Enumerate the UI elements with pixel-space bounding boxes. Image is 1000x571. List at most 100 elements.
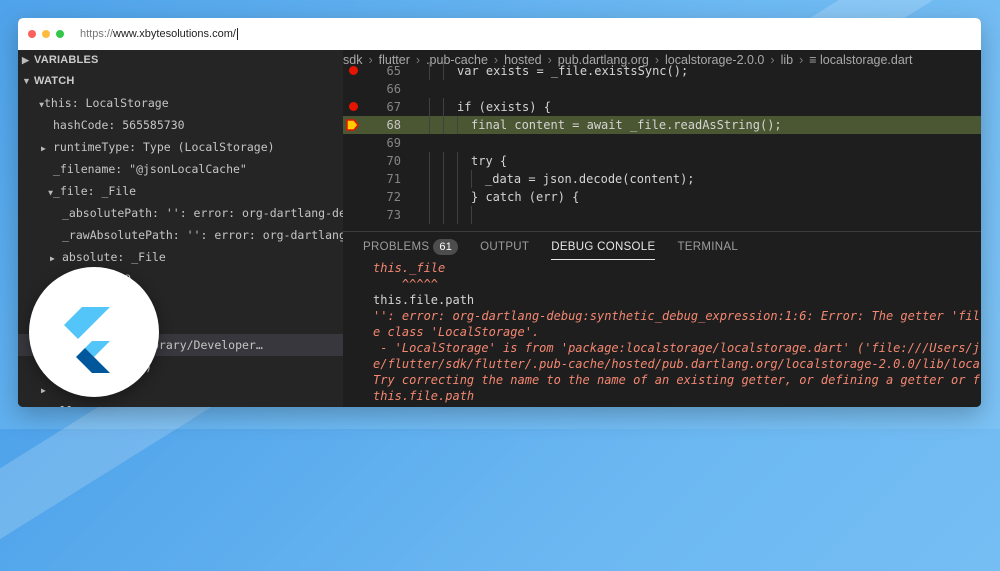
indent-guide	[429, 62, 430, 80]
chevron-right-icon: ▶	[22, 55, 30, 65]
watch-tree-row[interactable]: ▲this: LocalStorage	[18, 92, 343, 114]
code-line[interactable]: 70 try {	[343, 152, 981, 170]
close-window-button[interactable]	[28, 30, 36, 38]
line-number: 70	[386, 154, 401, 168]
line-number: 66	[386, 82, 401, 96]
indent-guide	[443, 116, 444, 134]
indent-guide	[429, 116, 430, 134]
problems-count-badge: 61	[433, 239, 459, 255]
indent-guide	[457, 188, 458, 206]
breakpoint-icon[interactable]	[349, 102, 358, 111]
watch-tree-label: _file: _File	[53, 184, 137, 198]
watch-tree-label: hashCode: 565585730	[53, 118, 185, 132]
watch-tree-row[interactable]: ▲_file: _File	[18, 180, 343, 202]
watch-tree-label: _absolutePath: '': error: org-dartlang-d…	[62, 206, 343, 220]
chevron-down-icon: ▼	[22, 76, 32, 86]
indent-guide	[443, 188, 444, 206]
code-text: var exists = _file.existsSync();	[457, 64, 689, 78]
tab-label: DEBUG CONSOLE	[551, 241, 656, 253]
line-number: 65	[386, 64, 401, 78]
indent-guide	[429, 170, 430, 188]
breakpoint-icon[interactable]	[349, 66, 358, 75]
watch-tree-row[interactable]: ▶ runtimeType: Type (LocalStorage)	[18, 136, 343, 158]
panel-tabs: PROBLEMS 61 OUTPUT DEBUG CONSOLE TERMINAL	[343, 232, 981, 262]
watch-tree-label: _filename: "@jsonLocalCache"	[53, 162, 247, 176]
indent-guide	[443, 170, 444, 188]
chevron-right-icon: ▶	[41, 144, 46, 153]
indent-guide	[429, 152, 430, 170]
indent-guide	[443, 98, 444, 116]
section-label: VARIABLES	[34, 54, 99, 66]
watch-tree-row[interactable]: _absolutePath: '': error: org-dartlang-d…	[18, 202, 343, 224]
watch-tree-row[interactable]: _filename: "@jsonLocalCache"	[18, 158, 343, 180]
indent-guide	[457, 116, 458, 134]
tab-label: PROBLEMS	[363, 241, 430, 253]
console-line: this._file	[373, 261, 446, 275]
tab-output[interactable]: OUTPUT	[480, 232, 529, 262]
line-number: 69	[386, 136, 401, 150]
code-line[interactable]: 67 if (exists) {	[343, 98, 981, 116]
zoom-window-button[interactable]	[56, 30, 64, 38]
chevron-down-icon: ▲	[48, 189, 53, 198]
indent-guide	[457, 152, 458, 170]
line-number: 71	[386, 172, 401, 186]
code-line[interactable]: 68 final content = await _file.readAsStri…	[343, 116, 981, 134]
current-execution-icon	[346, 119, 359, 131]
code-line[interactable]: 66	[343, 80, 981, 98]
flutter-logo-icon	[64, 307, 110, 373]
debug-console-output: this._file ^^^^^ this.file.path '': error:…	[343, 260, 981, 407]
watch-tree-row[interactable]: _rawAbsolutePath: '': error: org-dartlan…	[18, 224, 343, 246]
browser-titlebar: https://www.xbytesolutions.com/	[18, 18, 981, 51]
console-line: this.file.path	[373, 293, 475, 307]
indent-guide	[429, 188, 430, 206]
code-text: _data = json.decode(content);	[485, 172, 695, 186]
code-line[interactable]: 65 var exists = _file.existsSync();	[343, 62, 981, 80]
bottom-panel: PROBLEMS 61 OUTPUT DEBUG CONSOLE TERMINAL th…	[343, 231, 981, 407]
indent-guide	[457, 170, 458, 188]
indent-guide	[443, 152, 444, 170]
indent-guide	[457, 206, 458, 224]
tab-label: OUTPUT	[480, 241, 530, 253]
code-text: if (exists) {	[457, 100, 551, 114]
section-header-variables[interactable]: ▶ VARIABLES	[18, 50, 343, 71]
code-line[interactable]: 69	[343, 134, 981, 152]
code-line[interactable]: 73	[343, 206, 981, 224]
watch-tree-row[interactable]: hashCode: 565585730	[18, 114, 343, 136]
tab-debug-console[interactable]: DEBUG CONSOLE	[551, 232, 656, 262]
tab-terminal[interactable]: TERMINAL	[677, 232, 738, 262]
indent-guide	[429, 98, 430, 116]
window-controls	[28, 30, 64, 38]
watch-tree-label: runtimeType: Type (LocalStorage)	[53, 140, 275, 154]
line-number: 68	[386, 118, 401, 132]
browser-window: https://www.xbytesolutions.com/ ▶ VARIABL…	[18, 18, 981, 407]
indent-guide	[443, 206, 444, 224]
code-line[interactable]: 72} catch (err) {	[343, 188, 981, 206]
console-line: ^^^^^	[373, 277, 439, 291]
code-editor: sdk › flutter › .pub-cache › hosted › pub.dartla…	[343, 50, 981, 231]
address-bar[interactable]: https://www.xbytesolutions.com/	[80, 27, 238, 41]
console-line: Try correcting the name to the name of a…	[373, 373, 980, 387]
console-line: '': error: org-dartlang-debug:synthetic_…	[373, 309, 980, 323]
line-number: 73	[386, 208, 401, 222]
code-line[interactable]: 71 _data = json.decode(content);	[343, 170, 981, 188]
chevron-down-icon: ▲	[39, 101, 44, 110]
watch-tree-row[interactable]: ▶ absolute: _File	[18, 246, 343, 268]
console-line: this.file.path	[373, 389, 475, 403]
code-text: try {	[471, 154, 508, 168]
line-number: 72	[386, 190, 401, 204]
tab-label: TERMINAL	[677, 241, 739, 253]
watch-tree-row[interactable]: …ll	[18, 400, 343, 407]
indent-guide	[443, 62, 444, 80]
minimize-window-button[interactable]	[42, 30, 50, 38]
url-protocol: https://	[80, 27, 114, 40]
console-line: e/flutter/sdk/flutter/.pub-cache/hosted/…	[373, 357, 980, 371]
console-line: ^^^^	[373, 404, 981, 407]
console-line: e class 'LocalStorage'.	[373, 325, 540, 339]
code-text: final content = await _file.readAsString…	[471, 118, 782, 132]
text-cursor	[236, 28, 238, 41]
watch-tree-label: _rawAbsolutePath: '': error: org-dartlan…	[62, 228, 343, 242]
section-header-watch[interactable]: ▼ WATCH	[18, 71, 343, 92]
watch-tree-label: …ll	[53, 404, 74, 407]
section-label: WATCH	[34, 75, 75, 87]
tab-problems[interactable]: PROBLEMS 61	[363, 232, 459, 262]
